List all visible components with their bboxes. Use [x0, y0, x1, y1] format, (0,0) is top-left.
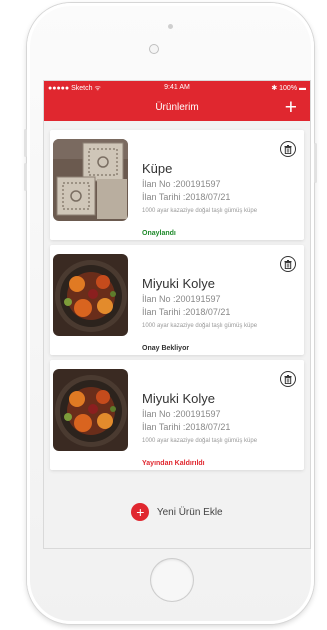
trash-icon: [284, 374, 292, 384]
volume-button: [24, 129, 27, 157]
status-label: Onaylandı: [142, 230, 176, 237]
page-title: Ürünlerim: [155, 102, 199, 113]
volume-button: [24, 163, 27, 191]
listing-number: İlan No :200191597: [142, 294, 221, 304]
listing-date: İlan Tarihi :2018/07/21: [142, 422, 231, 432]
status-label: Yayından Kaldırıldı: [142, 460, 205, 467]
front-camera: [149, 44, 159, 54]
clock: 9:41 AM: [164, 84, 190, 91]
product-card[interactable]: Miyuki Kolye İlan No :200191597 İlan Tar…: [50, 245, 304, 355]
product-card[interactable]: Miyuki Kolye İlan No :200191597 İlan Tar…: [50, 360, 304, 470]
power-button: [314, 143, 317, 183]
add-product-button[interactable]: +: [285, 96, 297, 120]
product-thumbnail: [53, 254, 128, 336]
listing-number: İlan No :200191597: [142, 409, 221, 419]
product-description: 1000 ayar kazaziye doğal taşlı gümüş küp…: [142, 438, 258, 444]
add-new-product-button[interactable]: + Yeni Ürün Ekle: [44, 503, 310, 523]
app-screen: ●●●●● Sketch ᯤ 9:41 AM ✱ 100% ▬ Ürünleri…: [44, 81, 310, 548]
camera-dot: [168, 24, 173, 29]
product-name: Miyuki Kolye: [142, 391, 215, 406]
product-list: Küpe İlan No :200191597 İlan Tarihi :201…: [50, 130, 304, 475]
product-thumbnail: [53, 139, 128, 221]
navigation-bar: Ürünlerim +: [44, 95, 310, 121]
product-name: Küpe: [142, 161, 173, 176]
listing-number: İlan No :200191597: [142, 179, 221, 189]
trash-icon: [284, 144, 292, 154]
trash-icon: [284, 259, 292, 269]
delete-button[interactable]: [280, 371, 296, 387]
food-plate-image: [53, 254, 128, 336]
home-button[interactable]: [151, 559, 193, 601]
delete-button[interactable]: [280, 141, 296, 157]
product-card[interactable]: Küpe İlan No :200191597 İlan Tarihi :201…: [50, 130, 304, 240]
listing-date: İlan Tarihi :2018/07/21: [142, 307, 231, 317]
food-plate-image: [53, 369, 128, 451]
listing-date: İlan Tarihi :2018/07/21: [142, 192, 231, 202]
delete-button[interactable]: [280, 256, 296, 272]
product-name: Miyuki Kolye: [142, 276, 215, 291]
battery-indicator: ✱ 100% ▬: [271, 85, 306, 92]
plus-circle-icon: +: [131, 503, 150, 521]
status-bar: ●●●●● Sketch ᯤ 9:41 AM ✱ 100% ▬: [44, 81, 310, 95]
add-new-product-label: Yeni Ürün Ekle: [156, 506, 223, 518]
crochet-squares-image: [53, 139, 128, 221]
product-description: 1000 ayar kazaziye doğal taşlı gümüş küp…: [142, 208, 258, 214]
product-thumbnail: [53, 369, 128, 451]
status-label: Onay Bekliyor: [142, 345, 190, 352]
product-description: 1000 ayar kazaziye doğal taşlı gümüş küp…: [142, 323, 258, 329]
